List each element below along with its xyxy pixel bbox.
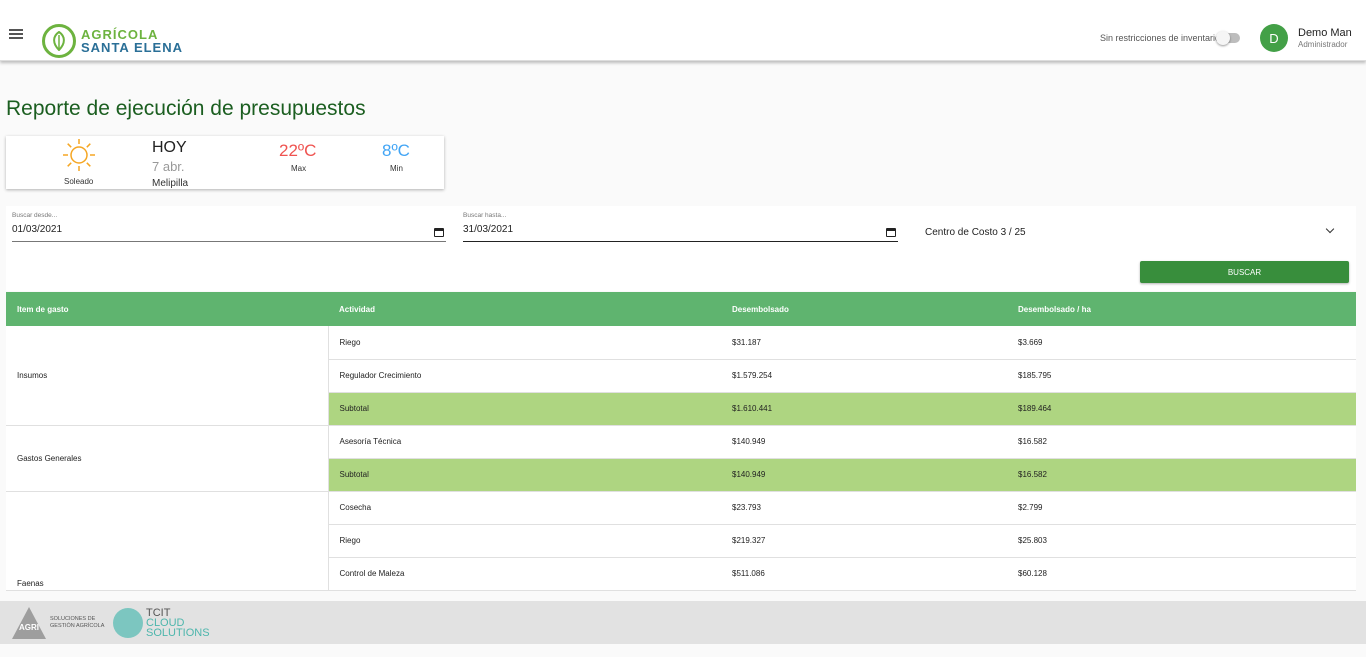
chevron-down-icon[interactable]	[1325, 224, 1335, 234]
disbursed-cell: $1.610.441	[721, 392, 1007, 426]
activity-cell: Cosecha	[328, 491, 721, 525]
calendar-icon[interactable]	[886, 228, 896, 237]
tcit-text-line-3: SOLUTIONS	[146, 627, 210, 639]
inventory-toggle[interactable]	[1216, 31, 1240, 45]
min-temperature-label: Min	[390, 164, 403, 173]
agri-logo: AGRI SOLUCIONES DE GESTIÓN AGRÍCOLA	[12, 607, 104, 639]
disbursed-cell: $219.327	[721, 524, 1007, 558]
avatar[interactable]: D	[1260, 24, 1288, 52]
activity-cell: Riego	[328, 326, 721, 360]
top-app-bar: AGRÍCOLA SANTA ELENA Sin restricciones d…	[0, 0, 1366, 61]
activity-cell: Control de Maleza	[328, 557, 721, 591]
inventory-toggle-label: Sin restricciones de inventario	[1100, 33, 1221, 43]
activity-cell: Subtotal	[328, 458, 721, 492]
column-header: Desembolsado / ha	[1007, 292, 1356, 326]
date-to-field[interactable]: Buscar hasta... 31/03/2021	[463, 212, 898, 242]
activity-cell: Subtotal	[328, 392, 721, 426]
disbursed-cell: $1.579.254	[721, 359, 1007, 393]
menu-icon[interactable]	[9, 29, 23, 39]
leaf-logo-icon	[42, 24, 76, 58]
expense-item-cell: Gastos Generales	[6, 425, 329, 492]
disbursed-per-ha-cell: $16.582	[1007, 458, 1356, 492]
sun-icon	[63, 139, 95, 171]
table-row: Insumos Riego $31.187 $3.669	[6, 326, 1356, 426]
table-header-row: Item de gasto Actividad Desembolsado Des…	[6, 292, 1356, 326]
disbursed-per-ha-cell: $185.795	[1007, 359, 1356, 393]
disbursed-cell: $511.086	[721, 557, 1007, 591]
expense-item-cell: Faenas	[6, 491, 329, 591]
date-from-value[interactable]: 01/03/2021	[12, 224, 446, 235]
disbursed-cell: $23.793	[721, 491, 1007, 525]
search-button[interactable]: BUSCAR	[1140, 261, 1349, 283]
activity-cell: Riego	[328, 524, 721, 558]
date-from-label: Buscar desde...	[12, 212, 58, 219]
date-from-field[interactable]: Buscar desde... 01/03/2021	[12, 212, 446, 242]
column-header: Actividad	[328, 292, 721, 326]
max-temperature-label: Max	[291, 164, 307, 173]
disbursed-per-ha-cell: $60.128	[1007, 557, 1356, 591]
weather-condition: Soleado	[64, 177, 94, 186]
calendar-icon[interactable]	[434, 228, 444, 237]
filter-panel: Buscar desde... 01/03/2021 Buscar hasta.…	[6, 206, 1356, 291]
disbursed-cell: $140.949	[721, 425, 1007, 459]
date-to-value[interactable]: 31/03/2021	[463, 224, 898, 235]
date-to-label: Buscar hasta...	[463, 212, 507, 219]
cost-center-select[interactable]: Centro de Costo 3 / 25	[925, 227, 1026, 238]
company-logo[interactable]: AGRÍCOLA SANTA ELENA	[42, 24, 183, 58]
expense-item-cell: Insumos	[6, 326, 329, 426]
agri-text-line-1: SOLUCIONES DE	[50, 616, 96, 622]
disbursed-per-ha-cell: $3.669	[1007, 326, 1356, 360]
weather-city: Melipilla	[152, 178, 189, 189]
disbursed-per-ha-cell: $189.464	[1007, 392, 1356, 426]
agri-mark-icon: AGRI	[12, 607, 46, 639]
user-role: Administrador	[1298, 40, 1348, 49]
disbursed-per-ha-cell: $16.582	[1007, 425, 1356, 459]
disbursed-per-ha-cell: $25.803	[1007, 524, 1356, 558]
activity-cell: Regulador Crecimiento	[328, 359, 721, 393]
min-temperature: 8ºC	[382, 141, 410, 160]
disbursed-cell: $31.187	[721, 326, 1007, 360]
user-name: Demo Man	[1298, 27, 1352, 39]
column-header: Desembolsado	[721, 292, 1007, 326]
page-title: Reporte de ejecución de presupuestos	[6, 97, 366, 120]
column-header: Item de gasto	[6, 292, 328, 326]
disbursed-cell: $140.949	[721, 458, 1007, 492]
weather-day: HOY	[152, 139, 187, 156]
footer-bar: AGRI SOLUCIONES DE GESTIÓN AGRÍCOLA TCIT…	[0, 601, 1366, 644]
tcit-mark-icon	[113, 608, 143, 638]
table-row: Gastos Generales Asesoría Técnica $140.9…	[6, 425, 1356, 492]
weather-date: 7 abr.	[152, 159, 185, 174]
max-temperature: 22ºC	[279, 141, 317, 160]
tcit-logo: TCIT CLOUD SOLUTIONS	[113, 608, 210, 639]
budget-table: Item de gasto Actividad Desembolsado Des…	[6, 292, 1356, 591]
table-row: Faenas Cosecha $23.793 $2.799	[6, 491, 1356, 591]
agri-text-line-2: GESTIÓN AGRÍCOLA	[50, 623, 105, 629]
weather-card: Soleado HOY 7 abr. Melipilla 22ºC Max 8º…	[6, 136, 444, 189]
disbursed-per-ha-cell: $2.799	[1007, 491, 1356, 525]
activity-cell: Asesoría Técnica	[328, 425, 721, 459]
logo-line-2: SANTA ELENA	[81, 40, 183, 55]
